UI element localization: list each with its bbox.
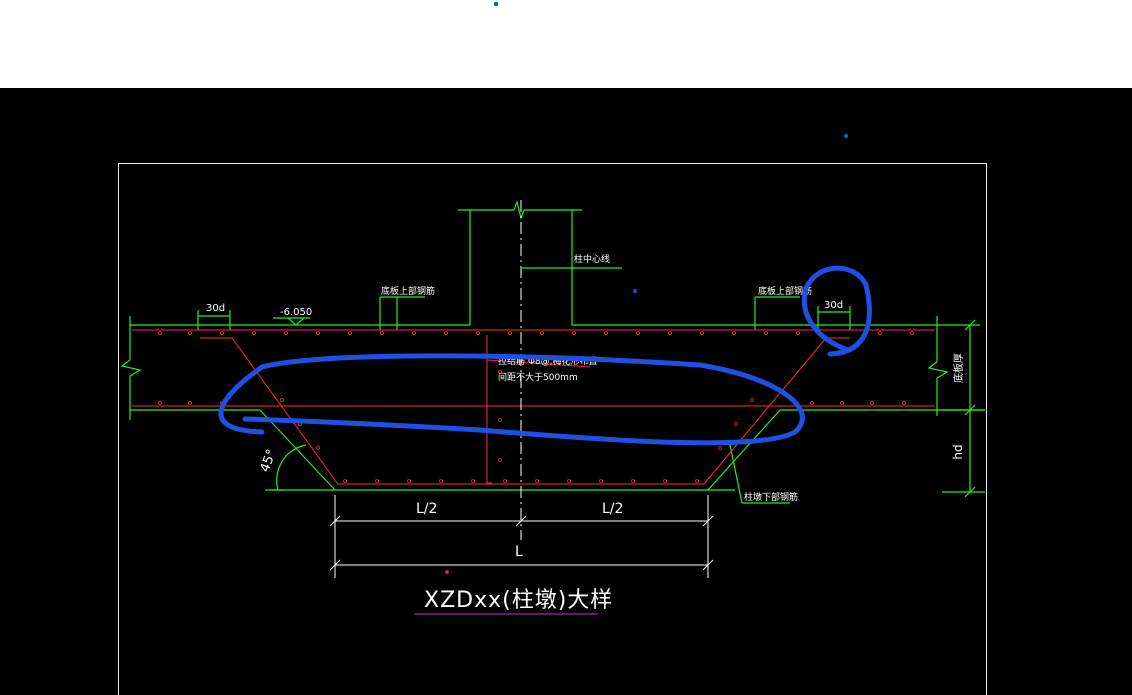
dim-30d-right: 30d [824,300,843,311]
dim-half-left: L/2 [416,501,437,517]
dim-total: L [515,544,523,560]
blue-dot [633,289,637,293]
top-rebar-left-label: 底板上部钢筋 [381,285,435,297]
dim-30d-left: 30d [206,303,225,314]
depth-label: hd [951,444,965,459]
blue-dot [843,133,849,139]
drawing-title: XZDxx(柱墩)大样 [424,588,613,613]
column-centerline-label: 柱中心线 [574,253,610,265]
tie-bar-note-2: 间距不大于500mm [498,371,578,383]
cad-drawing: 30d -6.050 底板上部钢筋 底板上部钢筋 30d 柱中心线 拉结筋 Φ8… [0,0,1132,695]
red-dot [445,570,449,574]
dim-half-right: L/2 [602,501,623,517]
blue-dot [493,1,499,7]
top-white-strip [0,0,1132,88]
elevation-label: -6.050 [280,307,312,318]
bottom-rebar-label: 柱墩下部钢筋 [744,491,798,503]
slab-thickness-label: 底板厚 [952,353,965,383]
